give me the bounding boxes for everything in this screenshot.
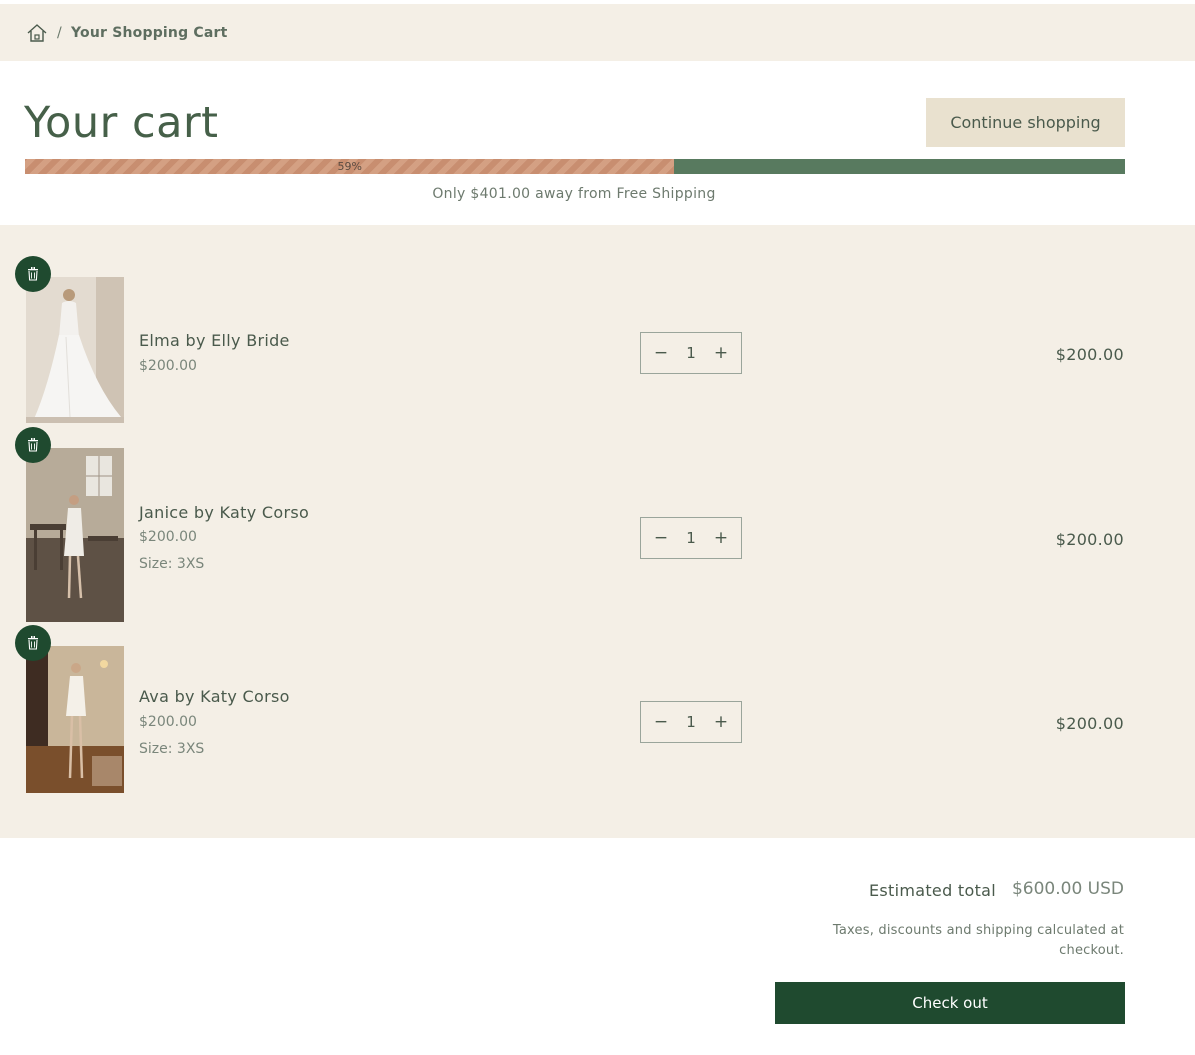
tax-note: Taxes, discounts and shipping calculated… <box>832 923 1124 958</box>
decrease-quantity-button[interactable]: − <box>651 343 671 363</box>
checkout-button[interactable]: Check out <box>775 982 1125 1024</box>
breadcrumb: / Your Shopping Cart <box>0 4 1195 61</box>
trash-icon <box>28 267 38 281</box>
breadcrumb-separator: / <box>57 25 62 41</box>
breadcrumb-current: Your Shopping Cart <box>71 25 228 41</box>
trash-icon <box>28 438 38 452</box>
estimated-total-value: $600.00 USD <box>1011 879 1124 899</box>
home-icon[interactable] <box>26 23 48 43</box>
item-price: $200.00 <box>139 358 197 374</box>
item-line-total: $200.00 <box>1055 530 1124 549</box>
continue-shopping-button[interactable]: Continue shopping <box>926 98 1125 147</box>
cart-items-panel: Elma by Elly Bride $200.00 − + $200.00 <box>0 225 1195 838</box>
item-price: $200.00 <box>139 529 197 545</box>
quantity-input[interactable] <box>676 344 706 362</box>
quantity-input[interactable] <box>676 529 706 547</box>
item-price: $200.00 <box>139 714 197 730</box>
remove-item-button[interactable] <box>15 427 51 463</box>
increase-quantity-button[interactable]: + <box>711 528 731 548</box>
quantity-stepper: − + <box>640 701 742 743</box>
item-name[interactable]: Janice by Katy Corso <box>139 503 309 522</box>
page-title: Your cart <box>24 98 219 148</box>
remove-item-button[interactable] <box>15 256 51 292</box>
product-image[interactable] <box>26 646 124 793</box>
remove-item-button[interactable] <box>15 625 51 661</box>
trash-icon <box>28 636 38 650</box>
item-name[interactable]: Elma by Elly Bride <box>139 331 290 350</box>
product-image[interactable] <box>26 448 124 622</box>
estimated-total-label: Estimated total <box>869 881 996 900</box>
decrease-quantity-button[interactable]: − <box>651 528 671 548</box>
product-image[interactable] <box>26 277 124 423</box>
free-shipping-progress-bar: 59% <box>25 159 1125 174</box>
progress-percent-label: 59% <box>337 160 362 173</box>
quantity-input[interactable] <box>676 713 706 731</box>
decrease-quantity-button[interactable]: − <box>651 712 671 732</box>
free-shipping-message: Only $401.00 away from Free Shipping <box>432 186 716 202</box>
item-line-total: $200.00 <box>1055 714 1124 733</box>
item-line-total: $200.00 <box>1055 345 1124 364</box>
item-size: Size: 3XS <box>139 741 205 757</box>
quantity-stepper: − + <box>640 517 742 559</box>
increase-quantity-button[interactable]: + <box>711 343 731 363</box>
item-name[interactable]: Ava by Katy Corso <box>139 687 290 706</box>
item-size: Size: 3XS <box>139 556 205 572</box>
quantity-stepper: − + <box>640 332 742 374</box>
increase-quantity-button[interactable]: + <box>711 712 731 732</box>
